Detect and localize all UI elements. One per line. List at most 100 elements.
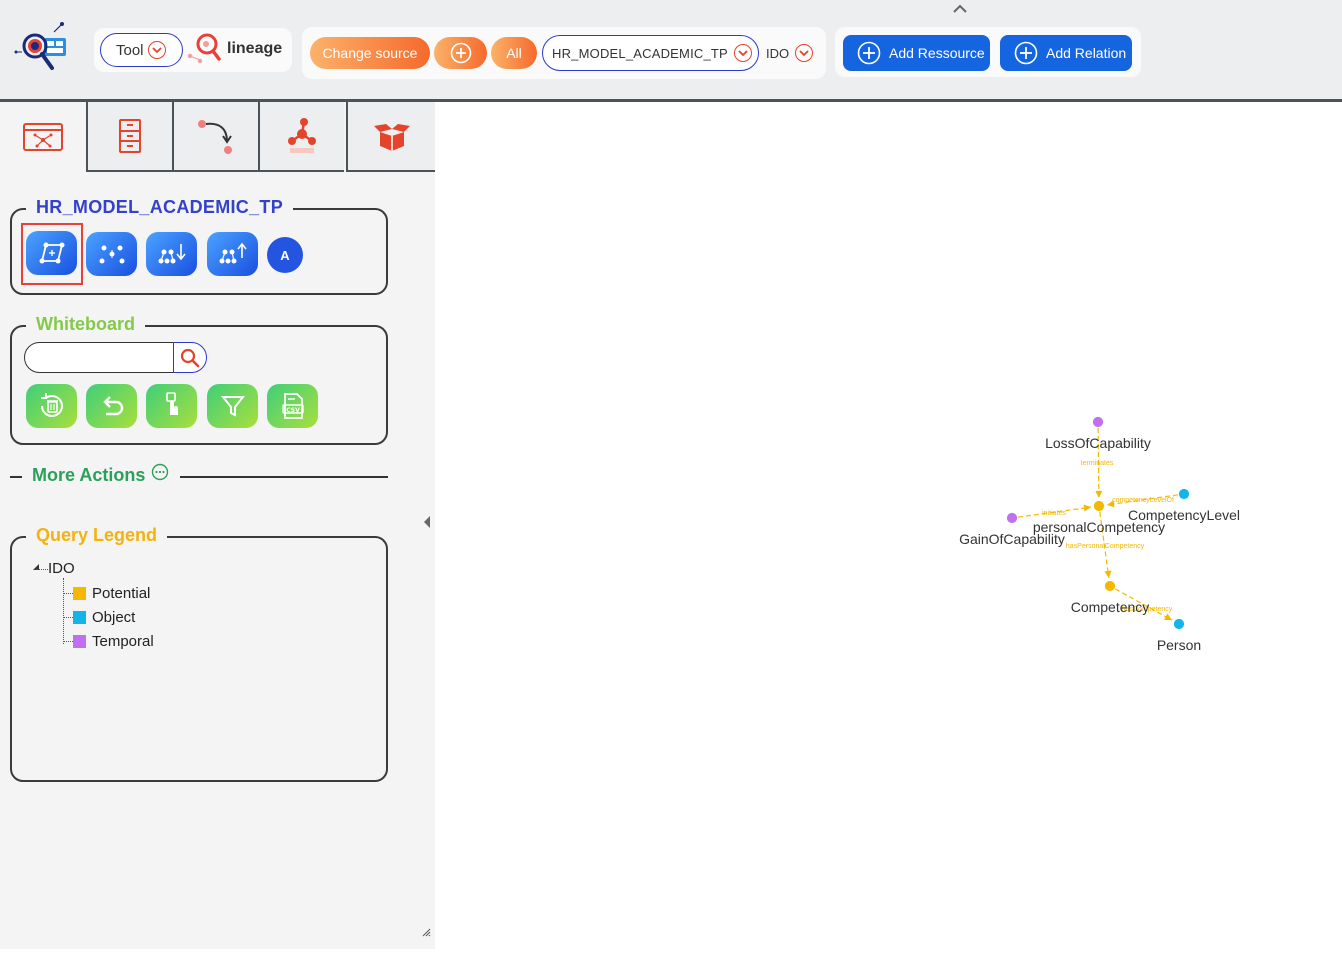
clear-whiteboard-button[interactable] xyxy=(26,384,77,428)
whiteboard-section-title: Whiteboard xyxy=(26,314,145,335)
graph-window-icon xyxy=(23,123,63,151)
add-relation-button[interactable]: Add Relation xyxy=(1000,35,1132,71)
app-logo-icon[interactable] xyxy=(14,22,70,74)
undo-icon xyxy=(102,396,123,416)
more-actions-toggle[interactable]: More Actions xyxy=(10,463,388,487)
a-button[interactable]: A xyxy=(267,237,303,273)
hierarchy-up-icon xyxy=(219,242,247,264)
legend-item-label: Temporal xyxy=(92,632,154,650)
collapse-panel-icon[interactable] xyxy=(421,515,433,529)
tab-sparql[interactable] xyxy=(258,102,344,172)
chevron-down-icon xyxy=(147,41,166,59)
legend-tree: IDO Potential Object Temporal xyxy=(30,558,330,668)
graph-node-label[interactable]: LossOfCapability xyxy=(1045,435,1151,451)
draw-graph-button[interactable] xyxy=(26,231,77,275)
sparql-icon xyxy=(288,118,316,153)
app-window: Tool lineage Change source All HR_MODEL_… xyxy=(0,0,1342,953)
plus-circle-icon xyxy=(857,41,881,65)
divider-line xyxy=(180,476,388,478)
more-actions-label: More Actions xyxy=(32,465,146,485)
graph-edge-label: hasPersonalCompetency xyxy=(1066,543,1145,550)
graph-node-label[interactable]: GainOfCapability xyxy=(959,531,1065,547)
csv-icon: CSV xyxy=(281,393,304,419)
legend-swatch xyxy=(73,586,86,600)
filter-icon xyxy=(220,396,245,417)
collapse-toolbar-icon[interactable] xyxy=(950,2,970,16)
resize-handle-icon[interactable] xyxy=(421,927,431,937)
graph-node-label[interactable]: Person xyxy=(1157,637,1201,653)
all-button[interactable]: All xyxy=(491,37,537,69)
graph-node[interactable] xyxy=(1093,500,1105,512)
legend-item-label: Potential xyxy=(92,584,151,602)
scatter-nodes-icon xyxy=(99,245,124,264)
whiteboard-search-input[interactable] xyxy=(24,342,174,373)
tree-collapse-icon[interactable] xyxy=(31,560,43,572)
all-label: All xyxy=(506,45,522,61)
source-dropdown[interactable]: HR_MODEL_ACADEMIC_TP xyxy=(542,35,759,71)
graph-edge-label: competencyLevelOf xyxy=(1112,497,1174,504)
undo-button[interactable] xyxy=(86,384,137,428)
chevron-down-icon xyxy=(795,44,814,62)
tab-graph[interactable] xyxy=(0,102,86,172)
select-nodes-button[interactable] xyxy=(146,384,197,428)
add-resource-label: Add Ressource xyxy=(889,45,985,61)
add-nodes-button[interactable] xyxy=(86,232,137,276)
more-dots-icon xyxy=(151,463,169,481)
hierarchy-down-icon xyxy=(158,244,186,264)
graph-node[interactable] xyxy=(1006,512,1018,524)
query-legend-title: Query Legend xyxy=(26,525,168,546)
add-resource-button[interactable]: Add Ressource xyxy=(843,35,990,71)
ido-dropdown-label: IDO xyxy=(766,45,790,61)
graph-node[interactable] xyxy=(1173,618,1185,630)
tree-connector xyxy=(63,593,73,594)
svg-text:CSV: CSV xyxy=(286,407,300,414)
graph-edge-label: terminates xyxy=(1081,460,1114,467)
legend-swatch xyxy=(73,634,86,648)
tree-connector xyxy=(36,569,48,570)
legend-item-potential[interactable]: Potential xyxy=(73,583,150,603)
graph-node[interactable] xyxy=(1178,488,1190,500)
draw-graph-icon xyxy=(39,242,64,264)
graph-edge-label: initiates xyxy=(1042,510,1066,517)
graph-node[interactable] xyxy=(1104,580,1116,592)
chevron-down-icon xyxy=(733,44,752,62)
plus-circle-icon xyxy=(450,42,471,64)
open-box-icon xyxy=(373,124,410,151)
legend-swatch xyxy=(73,610,86,624)
lineage-label[interactable]: lineage xyxy=(227,40,282,58)
source-dropdown-value: HR_MODEL_ACADEMIC_TP xyxy=(552,45,728,61)
graph-node[interactable] xyxy=(1092,416,1104,428)
tree-root-ido[interactable]: IDO xyxy=(48,560,75,577)
tab-cabinet[interactable] xyxy=(86,102,172,172)
ido-dropdown[interactable]: IDO xyxy=(766,43,814,63)
tab-box[interactable] xyxy=(346,102,435,172)
expand-parents-button[interactable] xyxy=(207,232,258,276)
top-toolbar: Tool lineage Change source All HR_MODEL_… xyxy=(0,0,1342,100)
tab-lineage-path[interactable] xyxy=(172,102,258,172)
tree-connector xyxy=(63,641,73,642)
legend-item-label: Object xyxy=(92,608,136,626)
graph-node-label[interactable]: Competency xyxy=(1071,599,1150,615)
whiteboard-search-button[interactable] xyxy=(173,342,207,373)
curved-arrow-icon xyxy=(198,120,232,154)
panel-tabs xyxy=(0,102,435,172)
add-source-button[interactable] xyxy=(434,37,487,69)
lineage-search-icon[interactable] xyxy=(186,32,222,66)
file-cabinet-icon xyxy=(119,119,141,153)
left-panel: HR_MODEL_ACADEMIC_TP A Whiteboard CSV Mo… xyxy=(0,102,435,949)
model-section-title: HR_MODEL_ACADEMIC_TP xyxy=(26,197,294,218)
tree-connector xyxy=(63,578,64,644)
tool-dropdown[interactable]: Tool xyxy=(100,33,183,67)
filter-button[interactable] xyxy=(207,384,258,428)
expand-children-button[interactable] xyxy=(146,232,197,276)
trash-reset-icon xyxy=(40,393,63,417)
graph-canvas[interactable]: terminates competencyLevelOf initiates hasP… xyxy=(435,102,1342,953)
graph-node-label[interactable]: CompetencyLevel xyxy=(1128,507,1240,523)
legend-item-temporal[interactable]: Temporal xyxy=(73,631,154,651)
a-button-label: A xyxy=(280,247,290,263)
change-source-button[interactable]: Change source xyxy=(310,37,430,69)
hand-pointer-icon xyxy=(165,392,178,415)
legend-item-object[interactable]: Object xyxy=(73,607,135,627)
search-icon xyxy=(180,348,200,367)
export-csv-button[interactable]: CSV xyxy=(267,384,318,428)
